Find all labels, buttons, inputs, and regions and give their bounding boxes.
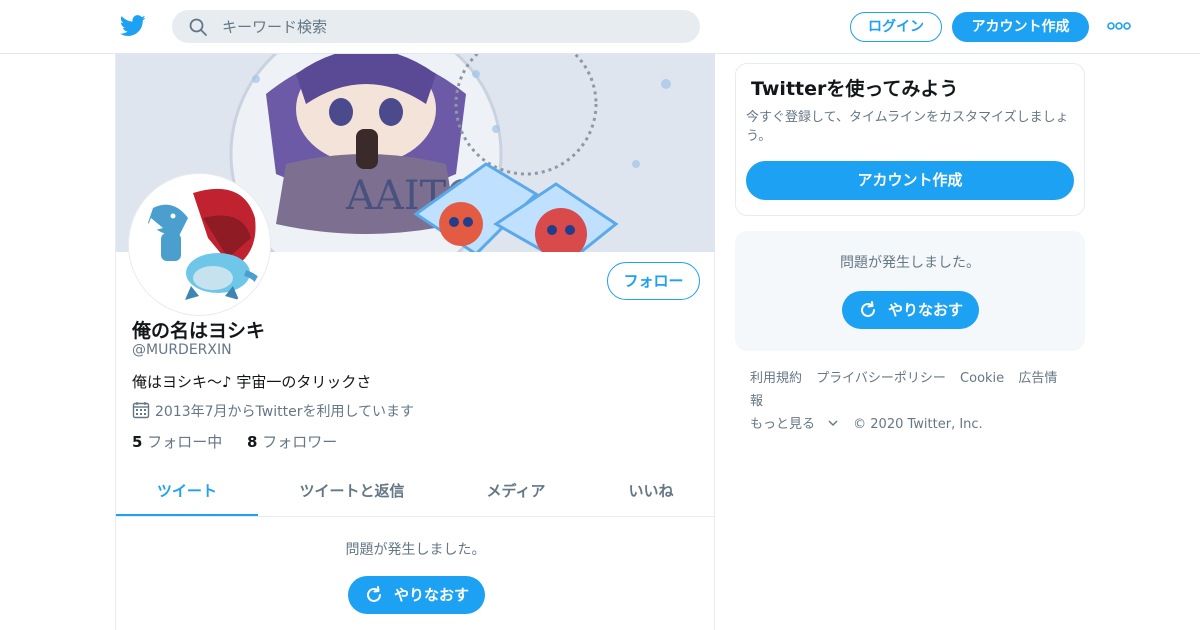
timeline-error-message: 問題が発生しました。 xyxy=(345,542,486,558)
following-label: フォロー中 xyxy=(147,433,223,451)
profile-avatar[interactable] xyxy=(129,174,270,315)
signup-card-description: 今すぐ登録して、タイムラインをカスタマイズしましょう。 xyxy=(746,110,1069,144)
salamence-avatar-image xyxy=(133,178,266,311)
tab-tweets-and-replies[interactable]: ツイートと返信 xyxy=(286,466,418,516)
more-label: もっと見る xyxy=(750,417,816,432)
sidebar-retry-button[interactable]: やりなおす xyxy=(842,291,979,329)
login-button[interactable]: ログイン xyxy=(850,12,942,42)
profile-tabs: ツイート ツイートと返信 メディア いいね xyxy=(116,466,715,517)
profile-display-name: 俺の名はヨシキ xyxy=(132,320,266,342)
signup-card-button[interactable]: アカウント作成 xyxy=(746,161,1074,200)
search-icon xyxy=(189,18,207,36)
search-box[interactable] xyxy=(172,10,700,43)
footer-link-terms[interactable]: 利用規約 xyxy=(750,371,802,386)
twitter-bird-icon[interactable] xyxy=(120,14,146,38)
search-input[interactable] xyxy=(222,10,682,43)
signup-card-title: Twitterを使ってみよう xyxy=(751,78,959,100)
calendar-icon xyxy=(132,402,150,419)
profile-column: AAITO フォロー 俺の名はヨシキ @MURDERXIN 俺はヨシキ～♪ 宇宙… xyxy=(115,54,715,630)
chevron-down-icon xyxy=(828,420,838,426)
profile-bio: 俺はヨシキ～♪ 宇宙一のタリックさ xyxy=(132,373,372,391)
tab-likes[interactable]: いいね xyxy=(606,466,696,516)
footer-link-cookie[interactable]: Cookie xyxy=(960,371,1004,386)
following-count: 5 xyxy=(132,433,143,451)
sidebar-footer: 利用規約 プライバシーポリシー Cookie 広告情報 もっと見る © 2020… xyxy=(750,367,1080,436)
follow-button[interactable]: フォロー xyxy=(607,262,700,300)
footer-link-privacy[interactable]: プライバシーポリシー xyxy=(816,371,946,386)
refresh-icon xyxy=(367,586,381,602)
footer-copyright: © 2020 Twitter, Inc. xyxy=(853,417,983,432)
retry-label: やりなおす xyxy=(888,301,964,319)
timeline-retry-button[interactable]: やりなおす xyxy=(348,576,485,614)
signup-button[interactable]: アカウント作成 xyxy=(952,12,1089,42)
profile-handle[interactable]: @MURDERXIN xyxy=(132,342,232,358)
tab-media[interactable]: メディア xyxy=(466,466,566,516)
refresh-icon xyxy=(861,301,875,317)
followers-label: フォロワー xyxy=(262,433,338,451)
profile-join-date: 2013年7月からTwitterを利用しています xyxy=(132,401,414,421)
followers-count: 8 xyxy=(247,433,258,451)
signup-card: Twitterを使ってみよう 今すぐ登録して、タイムラインをカスタマイズしましょ… xyxy=(735,63,1085,216)
retry-label: やりなおす xyxy=(394,586,470,604)
more-options-icon[interactable] xyxy=(1106,18,1132,34)
top-navigation-bar: ログイン アカウント作成 xyxy=(0,0,1200,54)
footer-more-link[interactable]: もっと見る xyxy=(750,417,839,432)
sidebar-error-card: 問題が発生しました。 やりなおす xyxy=(735,231,1085,351)
sidebar-error-message: 問題が発生しました。 xyxy=(840,255,980,271)
followers-stat[interactable]: 8 フォロワー xyxy=(247,433,337,451)
profile-stats: 5 フォロー中 8 フォロワー xyxy=(132,431,337,452)
following-stat[interactable]: 5 フォロー中 xyxy=(132,433,222,451)
join-date-text: 2013年7月からTwitterを利用しています xyxy=(155,404,415,420)
tab-tweets[interactable]: ツイート xyxy=(116,466,258,516)
